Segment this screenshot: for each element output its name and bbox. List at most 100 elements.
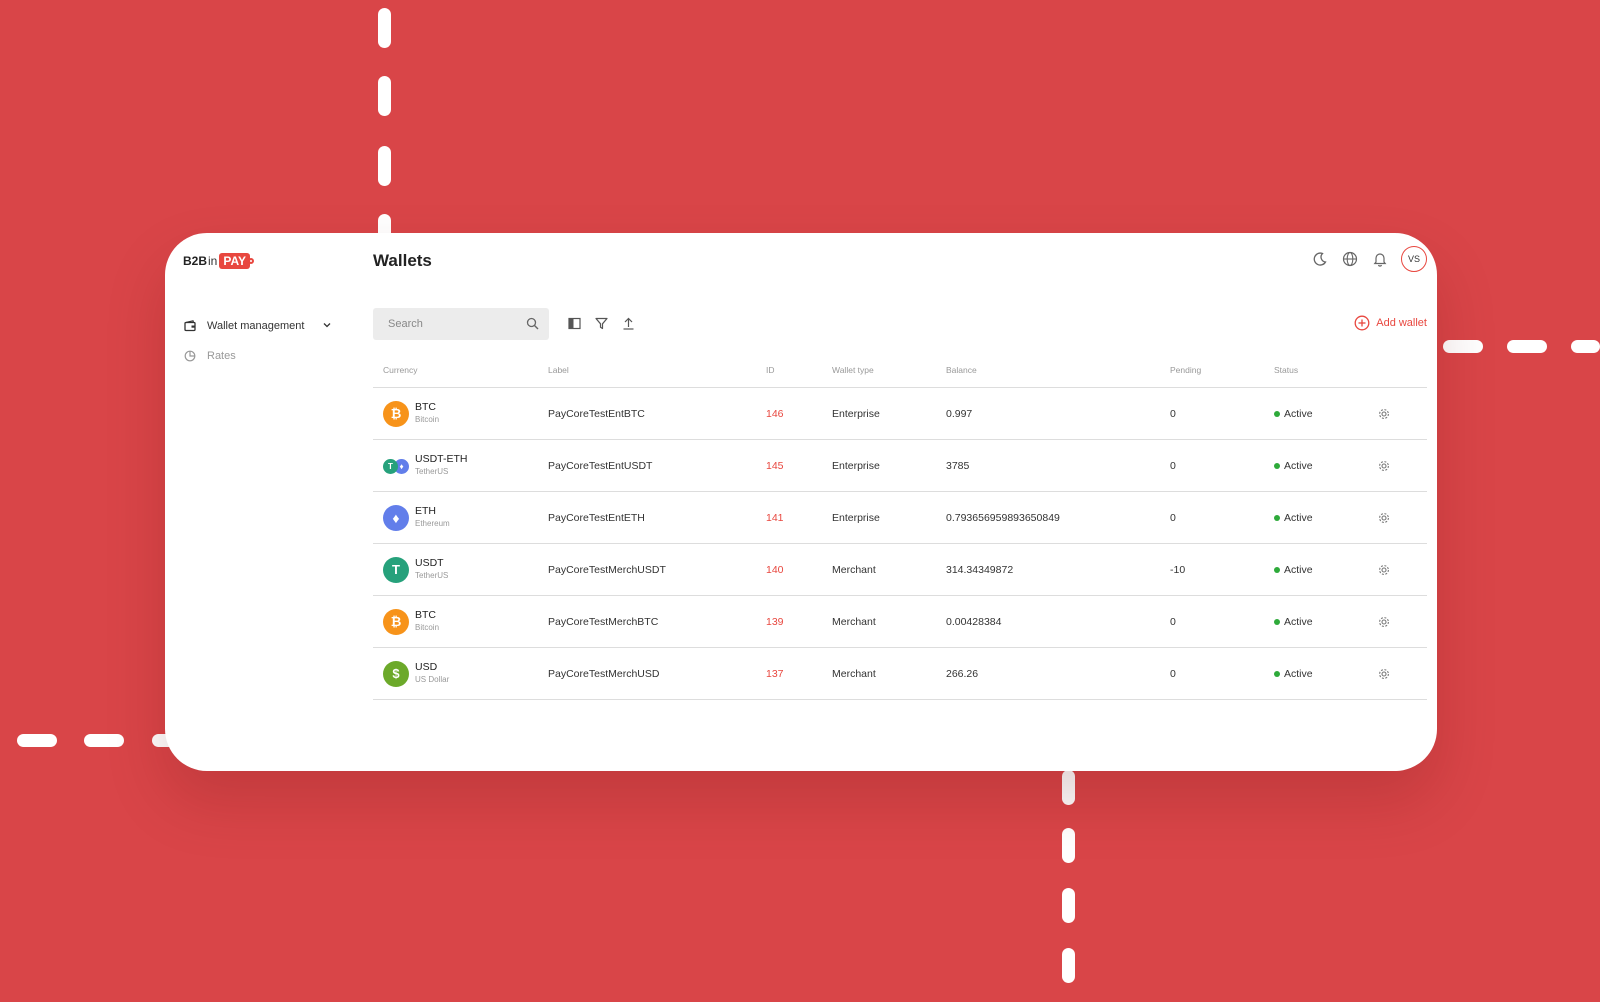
status-badge: Active xyxy=(1274,460,1378,472)
currency-symbol: USD xyxy=(415,661,438,673)
wallet-pending: 0 xyxy=(1170,647,1274,700)
table-row[interactable]: $ USD US Dollar PayCoreTestMerchUSD 137 M… xyxy=(373,647,1427,700)
sidebar-item-rates[interactable]: Rates xyxy=(183,341,343,371)
column-header-balance[interactable]: Balance xyxy=(946,353,1170,388)
moon-icon[interactable] xyxy=(1311,250,1329,268)
wallet-label: PayCoreTestMerchUSD xyxy=(548,647,766,700)
add-wallet-label: Add wallet xyxy=(1376,317,1427,329)
wallet-balance: 266.26 xyxy=(946,647,1170,700)
table-row[interactable]: T ♦ USDT-ETH TetherUS PayCoreTestEntUSDT 1… xyxy=(373,439,1427,492)
status-dot-icon xyxy=(1274,618,1280,625)
status-badge: Active xyxy=(1274,616,1378,628)
wallet-label: PayCoreTestEntUSDT xyxy=(548,439,766,492)
avatar[interactable]: VS xyxy=(1401,246,1427,272)
wallet-type: Merchant xyxy=(832,595,946,648)
currency-symbol: BTC xyxy=(415,401,436,413)
sidebar: Wallet management Rates xyxy=(183,311,343,371)
table-tools xyxy=(567,316,635,330)
table-row[interactable]: ₿ BTC Bitcoin PayCoreTestMerchBTC 139 Mer… xyxy=(373,595,1427,648)
logo-b2b: B2B xyxy=(183,254,208,268)
wallet-pending: -10 xyxy=(1170,543,1274,596)
wallet-label: PayCoreTestMerchBTC xyxy=(548,595,766,648)
wallet-type: Enterprise xyxy=(832,387,946,440)
table-row[interactable]: ₿ BTC Bitcoin PayCoreTestEntBTC 146 Enter… xyxy=(373,387,1427,440)
gear-icon[interactable] xyxy=(1378,616,1427,628)
gear-icon[interactable] xyxy=(1378,564,1427,576)
column-header-status[interactable]: Status xyxy=(1274,353,1378,388)
column-header-label[interactable]: Label xyxy=(548,353,766,388)
wallet-balance: 314.34349872 xyxy=(946,543,1170,596)
currency-name: Ethereum xyxy=(415,519,450,528)
table-row[interactable]: T USDT TetherUS PayCoreTestMerchUSDT 140 … xyxy=(373,543,1427,596)
search-input[interactable] xyxy=(386,317,530,331)
column-header-currency[interactable]: Currency xyxy=(373,353,548,388)
currency-name: Bitcoin xyxy=(415,623,440,632)
bell-icon[interactable] xyxy=(1371,250,1389,268)
table-row[interactable]: ♦ ETH Ethereum PayCoreTestEntETH 141 Ente… xyxy=(373,491,1427,544)
gear-icon[interactable] xyxy=(1378,460,1427,472)
wallet-id[interactable]: 145 xyxy=(766,439,832,492)
bitcoin-icon: ₿ xyxy=(383,400,409,427)
wallet-icon xyxy=(183,319,197,333)
gear-icon[interactable] xyxy=(1378,408,1427,420)
wallet-type: Enterprise xyxy=(832,491,946,544)
export-icon[interactable] xyxy=(621,316,635,330)
wallet-id[interactable]: 146 xyxy=(766,387,832,440)
wallets-table: Currency Label ID Wallet type Balance Pe… xyxy=(373,353,1427,700)
status-dot-icon xyxy=(1274,670,1280,677)
currency-name: TetherUS xyxy=(415,571,449,580)
tether-icon: T xyxy=(383,556,409,583)
header-actions: VS xyxy=(1311,246,1427,272)
wallet-type: Merchant xyxy=(832,647,946,700)
wallet-balance: 3785 xyxy=(946,439,1170,492)
sidebar-item-wallet-management[interactable]: Wallet management xyxy=(183,311,343,341)
currency-name: TetherUS xyxy=(415,467,449,476)
gear-icon[interactable] xyxy=(1378,512,1427,524)
wallet-id[interactable]: 141 xyxy=(766,491,832,544)
logo-pay: PAY xyxy=(219,253,255,269)
status-badge: Active xyxy=(1274,408,1378,420)
wallet-type: Merchant xyxy=(832,543,946,596)
status-badge: Active xyxy=(1274,668,1378,680)
status-badge: Active xyxy=(1274,564,1378,576)
gear-icon[interactable] xyxy=(1378,668,1427,680)
wallet-label: PayCoreTestEntBTC xyxy=(548,387,766,440)
wallet-pending: 0 xyxy=(1170,387,1274,440)
status-badge: Active xyxy=(1274,512,1378,524)
bitcoin-icon: ₿ xyxy=(383,608,409,635)
status-dot-icon xyxy=(1274,410,1280,417)
wallet-id[interactable]: 137 xyxy=(766,647,832,700)
chevron-down-icon[interactable] xyxy=(322,320,332,333)
globe-icon[interactable] xyxy=(1341,250,1359,268)
sidebar-item-label: Wallet management xyxy=(207,320,305,332)
filter-icon[interactable] xyxy=(594,316,608,330)
wallet-label: PayCoreTestMerchUSDT xyxy=(548,543,766,596)
status-dot-icon xyxy=(1274,514,1280,521)
currency-name: Bitcoin xyxy=(415,415,440,424)
wallet-pending: 0 xyxy=(1170,491,1274,544)
table-header-row: Currency Label ID Wallet type Balance Pe… xyxy=(373,353,1427,388)
page-title: Wallets xyxy=(373,251,432,270)
dollar-icon: $ xyxy=(383,660,409,687)
wallet-balance: 0.997 xyxy=(946,387,1170,440)
app-window: B2B in PAY Wallet management Rates Walle… xyxy=(165,233,1437,771)
column-header-id[interactable]: ID xyxy=(766,353,832,388)
plus-circle-icon xyxy=(1354,315,1370,331)
column-header-pending[interactable]: Pending xyxy=(1170,353,1274,388)
column-header-wallet-type[interactable]: Wallet type xyxy=(832,353,946,388)
add-wallet-button[interactable]: Add wallet xyxy=(1354,315,1427,331)
currency-symbol: USDT-ETH xyxy=(415,453,468,465)
status-dot-icon xyxy=(1274,462,1280,469)
columns-icon[interactable] xyxy=(567,316,581,330)
currency-symbol: USDT xyxy=(415,557,444,569)
search-icon[interactable] xyxy=(526,317,539,335)
sidebar-item-label: Rates xyxy=(207,350,236,362)
ethereum-icon: ♦ xyxy=(383,504,409,531)
wallet-id[interactable]: 140 xyxy=(766,543,832,596)
wallet-id[interactable]: 139 xyxy=(766,595,832,648)
wallet-pending: 0 xyxy=(1170,595,1274,648)
currency-name: US Dollar xyxy=(415,675,450,684)
logo: B2B in PAY xyxy=(183,253,255,269)
currency-symbol: BTC xyxy=(415,609,436,621)
wallet-type: Enterprise xyxy=(832,439,946,492)
